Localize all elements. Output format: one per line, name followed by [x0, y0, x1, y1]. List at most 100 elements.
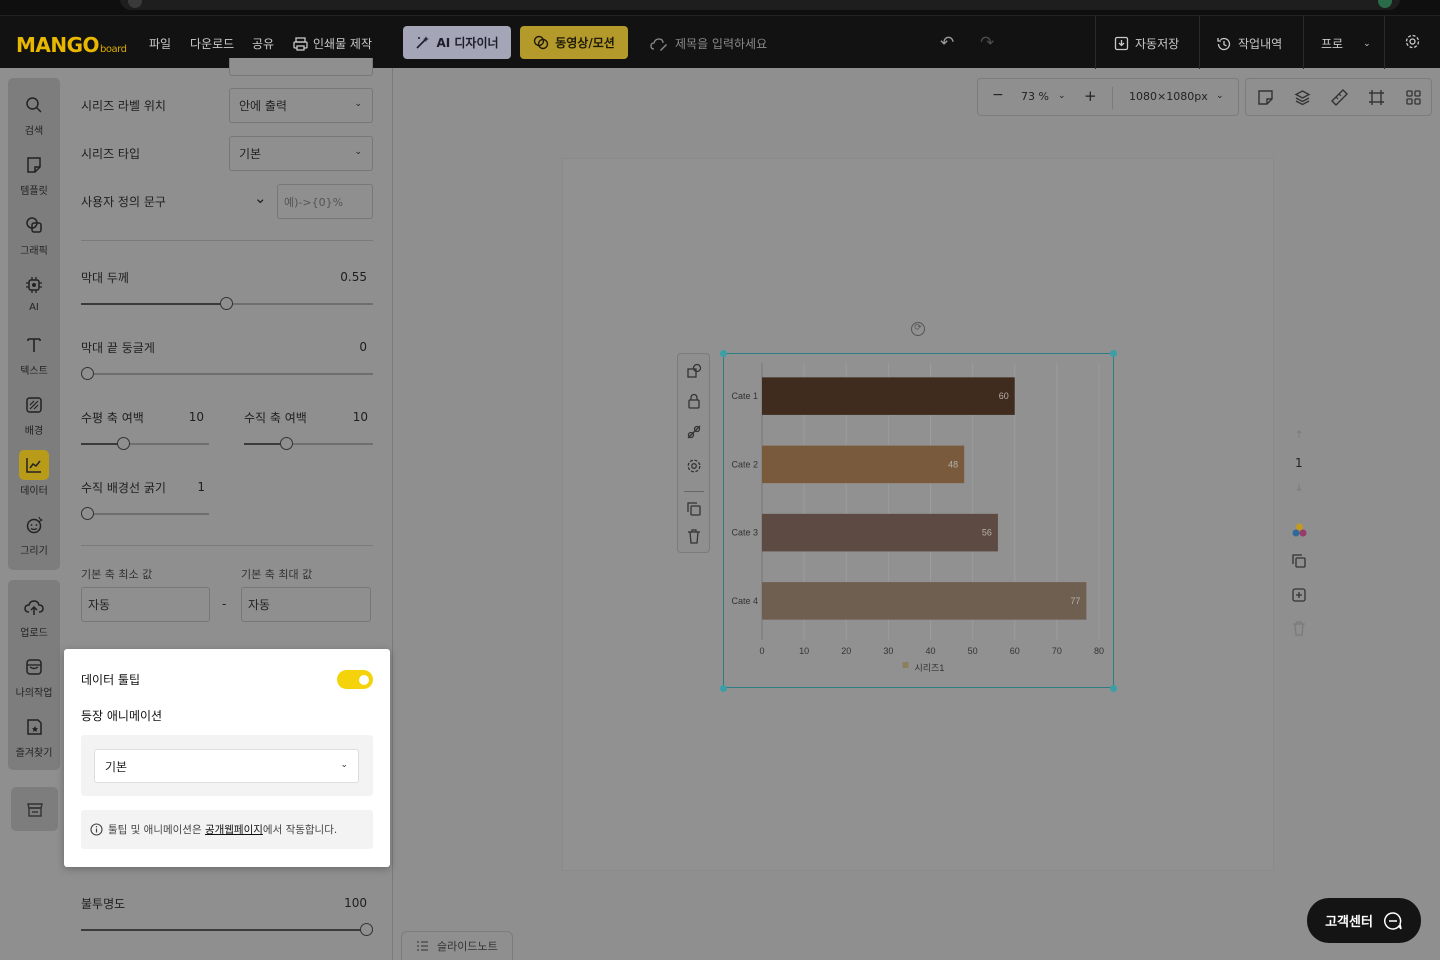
menu-print[interactable]: 인쇄물 제작: [293, 35, 372, 52]
grid-icon[interactable]: [1405, 89, 1422, 106]
animation-select[interactable]: 기본 ⌄: [94, 749, 359, 783]
left-sidebar: 검색 템플릿 그래픽 AI 텍스트 배경 데이터 그리기: [8, 78, 60, 570]
slider-handle[interactable]: [280, 437, 293, 450]
resize-handle[interactable]: [720, 685, 727, 692]
app-logo[interactable]: MANGOboard: [16, 33, 127, 57]
template-icon: [27, 157, 41, 173]
edit-cloud-icon: [650, 37, 667, 51]
settings-button[interactable]: [1404, 33, 1421, 50]
resize-handle[interactable]: [1110, 685, 1117, 692]
duplicate-page-icon[interactable]: [1291, 553, 1307, 569]
popup-note: 툴팁 및 애니메이션은 공개웹페이지에서 작동합니다.: [81, 810, 373, 849]
store-icon: [26, 803, 43, 817]
series-label-position-select[interactable]: 안에 출력 ⌄: [229, 88, 373, 123]
chevron-down-icon[interactable]: ⌄: [254, 189, 267, 207]
h-margin-slider[interactable]: [81, 437, 209, 450]
link-off-icon[interactable]: [686, 424, 702, 440]
chevron-down-icon: ⌄: [354, 99, 362, 109]
sidebar-item-my-work[interactable]: 나의작업: [8, 652, 60, 699]
gear-icon[interactable]: [686, 458, 702, 474]
lock-icon[interactable]: [686, 393, 702, 409]
tooltip-animation-popup: 데이터 툴팁 등장 애니메이션 기본 ⌄ 툴팁 및 애니메이션은 공개웹페이지에서…: [64, 649, 390, 867]
color-palette-icon[interactable]: [1291, 522, 1308, 539]
undo-button[interactable]: ↶: [940, 33, 954, 53]
slider-handle[interactable]: [220, 297, 233, 310]
chevron-down-icon: ⌄: [1363, 38, 1371, 49]
canvas-size[interactable]: 1080×1080px: [1129, 90, 1208, 103]
rotate-handle[interactable]: ⟳: [911, 322, 925, 336]
sidebar-item-ai[interactable]: AI: [8, 270, 60, 313]
zoom-out-button[interactable]: −: [992, 87, 1004, 103]
zoom-value[interactable]: 73 %: [1021, 90, 1049, 103]
bar-round-slider[interactable]: [81, 367, 373, 380]
sidebar-shop-button[interactable]: [11, 787, 58, 831]
favorite-folder-icon: [27, 719, 42, 735]
customer-center-button[interactable]: 고객센터: [1307, 898, 1421, 943]
opacity-slider[interactable]: [81, 923, 373, 936]
data-tooltip-toggle[interactable]: [337, 670, 373, 689]
add-page-icon[interactable]: [1291, 587, 1307, 603]
sidebar-item-background[interactable]: 배경: [8, 390, 60, 437]
v-grid-value: 1: [197, 480, 205, 494]
plan-dropdown[interactable]: 프로 ⌄: [1321, 35, 1371, 52]
menu-share[interactable]: 공유: [252, 35, 274, 52]
bar-thickness-value: 0.55: [340, 270, 367, 284]
chevron-down-icon[interactable]: ⌄: [1058, 91, 1066, 101]
custom-text-input[interactable]: 예)->{0}%: [277, 184, 373, 219]
sidebar-item-draw[interactable]: 그리기: [8, 510, 60, 557]
gear-icon: [1405, 34, 1420, 49]
page-number: 1: [1295, 456, 1303, 470]
menu-download[interactable]: 다운로드: [190, 35, 234, 52]
chat-bubble-icon: [1384, 911, 1402, 930]
ai-designer-button[interactable]: AI 디자이너: [403, 26, 511, 59]
layers-icon[interactable]: [1294, 89, 1311, 106]
slider-handle[interactable]: [360, 923, 373, 936]
element-tools: [677, 353, 710, 553]
sidebar-item-template[interactable]: 템플릿: [8, 150, 60, 197]
series-type-select[interactable]: 기본 ⌄: [229, 136, 373, 171]
cut-off-select[interactable]: [229, 58, 373, 76]
sidebar-item-favorites[interactable]: 즐겨찾기: [8, 712, 60, 759]
v-margin-slider[interactable]: [244, 437, 373, 450]
note-text-suffix: 에서 작동합니다.: [262, 824, 338, 836]
chevron-down-icon[interactable]: ⌄: [1216, 91, 1224, 101]
menu-file[interactable]: 파일: [149, 35, 171, 52]
axis-min-label: 기본 축 최소 값: [81, 568, 153, 581]
sidebar-item-search[interactable]: 검색: [8, 90, 60, 137]
video-motion-button[interactable]: 동영상/모션: [520, 26, 628, 59]
slider-handle[interactable]: [81, 367, 94, 380]
title-input[interactable]: 제목을 입력하세요: [650, 35, 767, 52]
h-margin-label: 수평 축 여백: [81, 411, 144, 425]
slider-handle[interactable]: [81, 507, 94, 520]
toggle-knob: [359, 674, 369, 685]
bar-thickness-slider[interactable]: [81, 297, 373, 310]
ruler-icon[interactable]: [1331, 89, 1348, 106]
redo-button[interactable]: ↷: [980, 33, 994, 53]
page-up-arrow[interactable]: ↑: [1295, 430, 1303, 441]
resize-handle[interactable]: [720, 350, 727, 357]
resize-handle[interactable]: [1110, 350, 1117, 357]
axis-min-input[interactable]: 자동: [81, 587, 210, 622]
history-button[interactable]: 작업내역: [1216, 35, 1282, 52]
axis-max-input[interactable]: 자동: [241, 587, 371, 622]
copy-icon[interactable]: [686, 501, 702, 517]
zoom-in-button[interactable]: +: [1084, 87, 1097, 105]
trash-icon[interactable]: [686, 528, 702, 544]
replace-icon[interactable]: [686, 363, 702, 379]
sticker-icon[interactable]: [1257, 89, 1274, 106]
slider-handle[interactable]: [117, 437, 130, 450]
trash-icon[interactable]: [1291, 620, 1307, 636]
sidebar-item-data[interactable]: 데이터: [8, 450, 60, 497]
sidebar-item-text[interactable]: 텍스트: [8, 330, 60, 377]
sidebar-item-upload[interactable]: 업로드: [8, 592, 60, 639]
autosave-button[interactable]: 자동저장: [1114, 35, 1179, 52]
sidebar-item-graphic[interactable]: 그래픽: [8, 210, 60, 257]
draw-face-icon: [26, 516, 43, 534]
slide-note-tab[interactable]: 슬라이드노트: [401, 931, 513, 960]
series-type-label: 시리즈 타입: [81, 147, 141, 161]
public-webpage-link[interactable]: 공개웹페이지: [205, 824, 263, 836]
v-grid-slider[interactable]: [81, 507, 209, 520]
page-down-arrow[interactable]: ↓: [1295, 483, 1303, 494]
crop-icon[interactable]: [1368, 89, 1385, 106]
left-sidebar-secondary: 업로드 나의작업 즐겨찾기: [8, 580, 60, 770]
